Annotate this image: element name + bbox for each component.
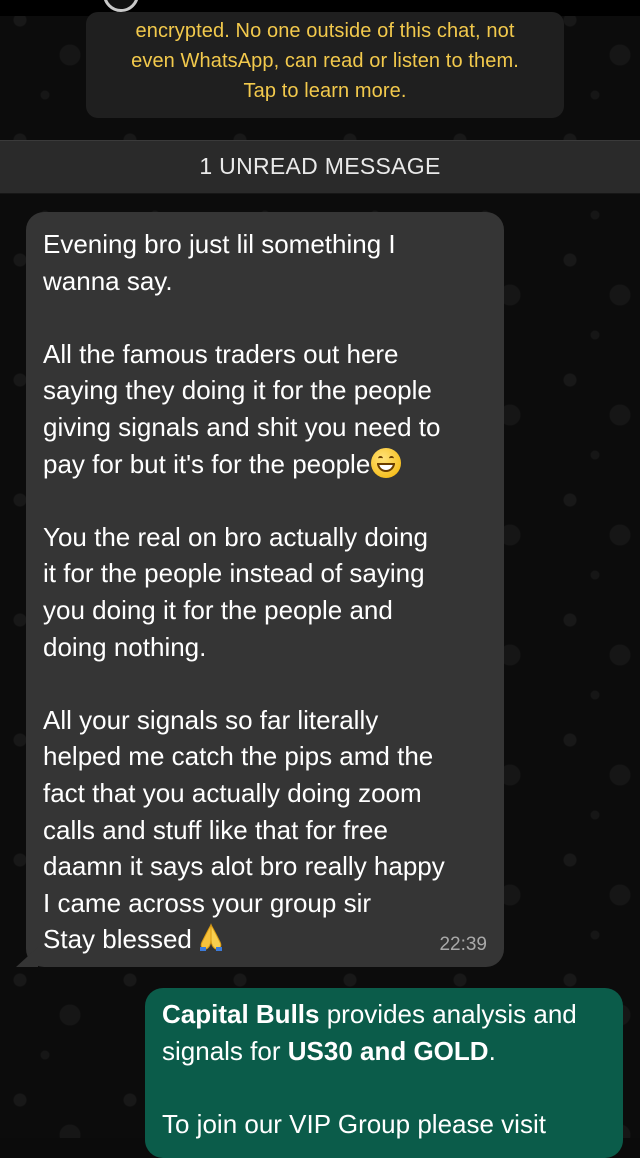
message-gap <box>43 665 486 702</box>
message-line: signals for US30 and GOLD. <box>162 1033 607 1070</box>
message-line: you doing it for the people and <box>43 594 393 625</box>
message-text: provides analysis and <box>319 999 577 1029</box>
message-line: calls and stuff like that for free <box>43 814 388 845</box>
message-line: Evening bro just lil something I <box>43 229 396 259</box>
message-gap <box>162 1069 607 1106</box>
message-line: pay for but it's for the people <box>43 446 486 483</box>
grinning-face-icon <box>371 447 402 478</box>
message-line: helped me catch the pips amd the <box>43 741 434 772</box>
message-line: doing nothing. <box>43 631 207 662</box>
instruments-text: US30 and GOLD <box>287 1035 489 1066</box>
encryption-notice-line: even WhatsApp, can read or listen to the… <box>131 50 519 72</box>
encryption-notice[interactable]: encrypted. No one outside of this chat, … <box>86 12 564 118</box>
message-line: I came across your group sir <box>43 887 372 918</box>
message-line: You the real on bro actually doing <box>43 521 428 552</box>
outgoing-message-bubble[interactable]: Capital Bulls provides analysis and sign… <box>145 988 623 1158</box>
message-gap <box>43 482 486 519</box>
message-line: All your signals so far literally <box>43 704 379 735</box>
brand-name: Capital Bulls <box>162 999 320 1029</box>
message-line: saying they doing it for the people <box>43 375 432 406</box>
folded-hands-icon <box>199 923 222 952</box>
message-timestamp: 22:39 <box>439 934 487 955</box>
message-line: it for the people instead of saying <box>43 558 425 589</box>
learn-more-link[interactable]: Tap to learn more. <box>86 76 564 106</box>
message-text: Stay blessed <box>43 924 192 955</box>
message-line: Capital Bulls provides analysis and <box>162 996 607 1033</box>
message-line: All the famous traders out here <box>43 338 399 369</box>
message-line: Stay blessed <box>43 921 486 958</box>
message-line: daamn it says alot bro really happy <box>43 851 445 882</box>
message-line: fact that you actually doing zoom <box>43 777 422 808</box>
encryption-notice-line: encrypted. No one outside of this chat, … <box>135 20 515 42</box>
incoming-message-bubble[interactable]: Evening bro just lil something I wanna s… <box>16 212 504 967</box>
message-text: signals for <box>162 1035 288 1066</box>
message-line: giving signals and shit you need to <box>43 411 441 442</box>
message-text: . <box>488 1035 496 1066</box>
message-line: wanna say. <box>43 265 173 296</box>
message-line: To join our VIP Group please visit <box>162 1108 546 1139</box>
unread-messages-banner: 1 UNREAD MESSAGE <box>0 140 640 194</box>
message-gap <box>43 299 486 336</box>
message-text: pay for but it's for the people <box>43 448 371 479</box>
